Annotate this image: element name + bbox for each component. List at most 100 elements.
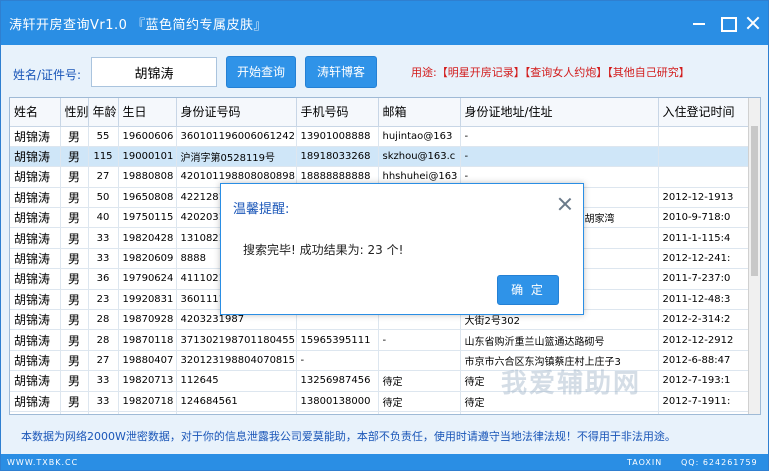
table-cell: 27 (88, 166, 119, 188)
title-bar: 涛轩开房查询Vr1.0 『蓝色简约专属皮肤』 (1, 1, 768, 45)
table-cell: 胡锦涛 (10, 370, 61, 392)
column-header[interactable]: 身份证地址/住址 (460, 98, 659, 127)
table-cell: 胡锦涛 (10, 289, 61, 311)
table-cell: - (296, 350, 379, 372)
status-qq: QQ: 624261759 (681, 458, 758, 467)
search-toolbar: 姓名/证件号: 开始查询 涛轩博客 用途:【明星开房记录】【查询女人约炮】【其他… (1, 45, 768, 97)
table-cell: 19880407 (118, 350, 177, 372)
table-cell: 胡锦涛 (10, 268, 61, 290)
table-cell: 13800138000 (296, 391, 379, 412)
table-cell: 36 (88, 268, 119, 290)
table-cell: 19820428 (118, 227, 177, 249)
table-cell: 女 (60, 411, 89, 414)
column-header[interactable]: 邮箱 (378, 98, 461, 127)
table-cell: 胡锦涛 (10, 126, 61, 147)
column-header[interactable]: 姓名 (10, 98, 61, 127)
column-header[interactable]: 年龄 (88, 98, 119, 127)
table-cell: 男 (60, 207, 89, 229)
table-cell: 50 (88, 187, 119, 209)
table-row[interactable]: 胡锦涛男 115 19000101 沪消字第0528119号 18918033268 sk… (10, 146, 749, 168)
table-cell: 胡锦涛 (10, 329, 61, 351)
table-cell: 待定 (378, 411, 461, 414)
table-cell: 男 (60, 329, 89, 351)
table-cell: - (378, 329, 461, 351)
table-cell: 胡锦涛 (10, 146, 61, 168)
table-cell: 19650808 (118, 187, 177, 209)
table-cell: - (460, 146, 659, 168)
table-cell: 28 (88, 329, 119, 351)
search-label: 姓名/证件号: (13, 68, 82, 82)
maximize-icon[interactable] (717, 13, 737, 33)
table-cell: 男 (60, 309, 89, 331)
table-cell: 男 (60, 227, 89, 249)
table-cell: 胡锦涛 (10, 391, 61, 412)
table-cell: 胡锦涛 (10, 350, 61, 372)
table-cell: 13256987456 (296, 370, 379, 392)
close-icon[interactable] (743, 13, 763, 33)
column-header[interactable]: 身份证号码 (176, 98, 297, 127)
table-cell: 360101196006061242 (176, 126, 297, 147)
search-input[interactable] (91, 57, 217, 87)
dialog-ok-button[interactable]: 确 定 (497, 275, 559, 305)
table-cell: 115 (88, 146, 119, 168)
column-header[interactable]: 生日 (118, 98, 177, 127)
table-cell: 28 (88, 309, 119, 331)
table-cell: 2011-12-48:3 (658, 289, 749, 311)
table-cell: 男 (60, 350, 89, 372)
table-cell: 33 (88, 248, 119, 270)
table-cell: 27 (88, 350, 119, 372)
table-row[interactable]: 胡锦涛女641951091111022519510911956613800000… (10, 411, 749, 414)
table-cell: 371302198701180455 (176, 329, 297, 351)
table-cell: 19510911 (118, 411, 177, 414)
dialog-message: 搜索完毕! 成功结果为: 23 个! (243, 243, 404, 257)
table-cell: 33 (88, 391, 119, 412)
table-cell: 胡锦涛 (10, 411, 61, 414)
status-author: TAOXIN (627, 458, 663, 467)
table-cell: 胡锦涛 (10, 309, 61, 331)
table-cell: 男 (60, 268, 89, 290)
status-bar: WWW.TXBK.CC TAOXIN QQ: 624261759 (1, 454, 768, 470)
table-cell: 2012-12-1913 (658, 187, 749, 209)
table-cell: 124684561 (176, 391, 297, 412)
blog-button[interactable]: 涛轩博客 (305, 56, 377, 88)
table-cell: 33 (88, 227, 119, 249)
table-cell: 男 (60, 187, 89, 209)
table-cell: 2012-12-241: (658, 248, 749, 270)
dialog-header: 温馨提醒: (221, 184, 583, 224)
table-cell: 山东省购沂重兰山篮通达路砌号 (460, 329, 659, 351)
table-cell: 19820713 (118, 370, 177, 392)
table-cell: 沪消字第0528119号 (176, 146, 297, 168)
scrollbar-thumb[interactable] (751, 126, 758, 276)
table-cell: 2012-7-1911: (658, 391, 749, 412)
table-cell: 胡锦涛 (10, 187, 61, 209)
table-cell: skzhou@163.c (378, 146, 461, 168)
table-cell: 2010-9-718:0 (658, 207, 749, 229)
minimize-icon[interactable] (689, 13, 709, 33)
table-cell: 19820718 (118, 391, 177, 412)
table-cell: hujintao@163 (378, 126, 461, 147)
table-cell: 19790624 (118, 268, 177, 290)
column-header[interactable]: 性别 (60, 98, 89, 127)
table-row[interactable]: 胡锦涛男 55 19600606 360101196006061242 13901008… (10, 126, 749, 147)
table-cell: 2012-12-2912 (658, 329, 749, 351)
status-url[interactable]: WWW.TXBK.CC (7, 458, 78, 467)
table-cell: 19820609 (118, 248, 177, 270)
table-cell: 19880808 (118, 166, 177, 188)
table-row[interactable]: 胡锦涛男 28 19870118 371302198701180455 15965395… (10, 329, 749, 351)
table-cell: 64 (88, 411, 119, 414)
usage-text: 用途:【明星开房记录】【查询女人约炮】【其他自己研究】 (411, 66, 690, 79)
vertical-scrollbar[interactable] (748, 98, 760, 414)
result-dialog: 温馨提醒: 搜索完毕! 成功结果为: 23 个! 确 定 (220, 183, 584, 315)
table-cell: 男 (60, 248, 89, 270)
app-window: 涛轩开房查询Vr1.0 『蓝色简约专属皮肤』 姓名/证件号: 开始查询 涛轩博客… (0, 0, 769, 471)
table-cell: 待定 (378, 391, 461, 412)
table-cell: 2012-2-314:2 (658, 309, 749, 331)
table-cell: 55 (88, 126, 119, 147)
table-cell: 2011-1-115:4 (658, 227, 749, 249)
dialog-close-icon[interactable] (558, 197, 572, 211)
column-header[interactable]: 入住登记时间 (658, 98, 749, 127)
table-cell (658, 146, 749, 168)
column-header[interactable]: 手机号码 (296, 98, 379, 127)
table-cell: 18918033268 (296, 146, 379, 168)
start-query-button[interactable]: 开始查询 (226, 56, 296, 88)
